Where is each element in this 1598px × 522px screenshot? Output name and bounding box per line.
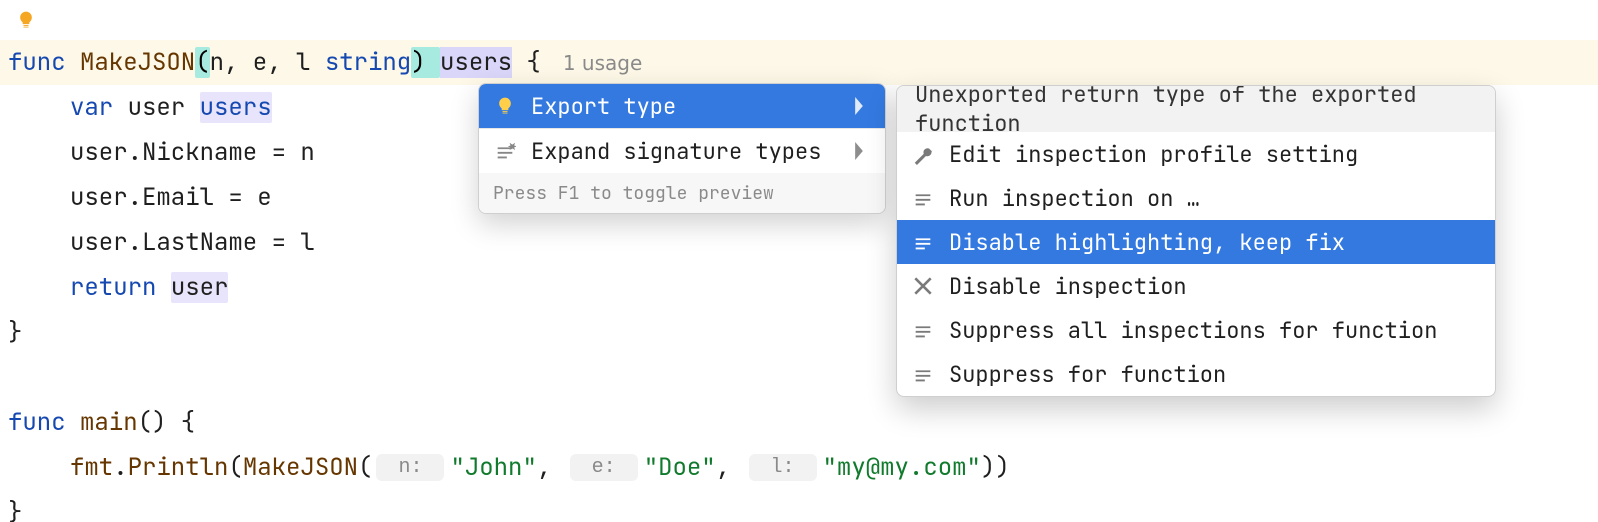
popup-footer-hint: Press F1 to toggle preview xyxy=(479,173,885,213)
close-brace: } xyxy=(8,497,22,522)
close-parens: )) xyxy=(981,452,1010,483)
code-editor[interactable]: func MakeJSON ( n, e, l string ) users {… xyxy=(0,0,1598,522)
submenu-item-edit-profile[interactable]: Edit inspection profile setting xyxy=(897,132,1495,176)
func-println: Println xyxy=(128,452,229,483)
code-line[interactable]: fmt . Println ( MakeJSON ( n: "John" , e… xyxy=(0,445,1598,490)
submenu-item-disable-highlighting[interactable]: Disable highlighting, keep fix xyxy=(897,220,1495,264)
wand-icon xyxy=(493,139,517,163)
code-line[interactable]: } xyxy=(0,490,1598,522)
lightbulb-icon xyxy=(493,94,517,118)
string-literal: "John" xyxy=(450,452,536,483)
usage-hint[interactable]: 1 usage xyxy=(563,51,642,75)
wand-icon xyxy=(911,186,935,210)
keyword-func: func xyxy=(8,47,80,78)
intention-item-export-type[interactable]: Export type xyxy=(479,84,885,128)
identifier: user xyxy=(171,272,229,303)
param-hint-n: n: xyxy=(376,454,444,481)
submenu-item-disable-inspection[interactable]: Disable inspection xyxy=(897,264,1495,308)
submenu-label: Disable inspection xyxy=(949,272,1187,301)
chevron-right-icon xyxy=(847,94,871,118)
code-line[interactable]: func main () { xyxy=(0,400,1598,445)
type-ref: users xyxy=(200,92,272,123)
params: n, e, l xyxy=(210,47,325,78)
submenu-label: Suppress all inspections for function xyxy=(949,316,1437,345)
submenu-label: Suppress for function xyxy=(949,360,1226,389)
open-brace: { xyxy=(512,47,541,78)
keyword-func: func xyxy=(8,407,80,438)
wrench-icon xyxy=(911,142,935,166)
intention-label: Expand signature types xyxy=(531,137,821,166)
intention-popup[interactable]: Export type Expand signature types Press… xyxy=(478,83,886,214)
submenu-label: Edit inspection profile setting xyxy=(949,140,1358,169)
return-type: users xyxy=(440,47,512,78)
gutter-row xyxy=(0,0,1598,40)
func-name: main xyxy=(80,407,138,438)
keyword-var: var xyxy=(70,92,128,123)
submenu-label: Disable highlighting, keep fix xyxy=(949,228,1345,257)
intention-item-expand-signature[interactable]: Expand signature types xyxy=(479,129,885,173)
identifier: user xyxy=(128,92,200,123)
lightbulb-icon xyxy=(14,8,38,32)
submenu-item-run-inspection[interactable]: Run inspection on … xyxy=(897,176,1495,220)
chevron-right-icon xyxy=(847,139,871,163)
submenu-item-suppress-all[interactable]: Suppress all inspections for function xyxy=(897,308,1495,352)
param-type: string xyxy=(325,47,411,78)
code-line[interactable]: func MakeJSON ( n, e, l string ) users {… xyxy=(0,40,1598,85)
close-brace: } xyxy=(8,317,22,348)
wand-icon xyxy=(911,318,935,342)
submenu-item-suppress-function[interactable]: Suppress for function xyxy=(897,352,1495,396)
call-makejson: MakeJSON xyxy=(243,452,358,483)
inspection-submenu[interactable]: Unexported return type of the exported f… xyxy=(896,85,1496,397)
pkg-fmt: fmt xyxy=(70,452,113,483)
intention-label: Export type xyxy=(531,92,676,121)
wand-icon xyxy=(911,362,935,386)
close-icon xyxy=(911,274,935,298)
string-literal: "Doe" xyxy=(644,452,716,483)
submenu-label: Run inspection on … xyxy=(949,184,1200,213)
intention-bulb-gutter[interactable] xyxy=(0,8,60,32)
open-paren: ( xyxy=(195,47,209,78)
func-name: MakeJSON xyxy=(80,47,195,78)
assignment: user.LastName = l xyxy=(70,227,315,258)
wand-icon xyxy=(911,230,935,254)
close-paren: ) xyxy=(411,47,440,78)
open-paren: ( xyxy=(228,452,242,483)
parens: () { xyxy=(138,407,196,438)
submenu-header: Unexported return type of the exported f… xyxy=(897,86,1495,132)
assignment: user.Nickname = n xyxy=(70,137,315,168)
keyword-return: return xyxy=(70,272,171,303)
assignment: user.Email = e xyxy=(70,182,272,213)
param-hint-e: e: xyxy=(570,454,638,481)
param-hint-l: l: xyxy=(749,454,817,481)
open-paren: ( xyxy=(358,452,372,483)
dot: . xyxy=(113,452,127,483)
string-literal: "my@my.com" xyxy=(823,452,981,483)
